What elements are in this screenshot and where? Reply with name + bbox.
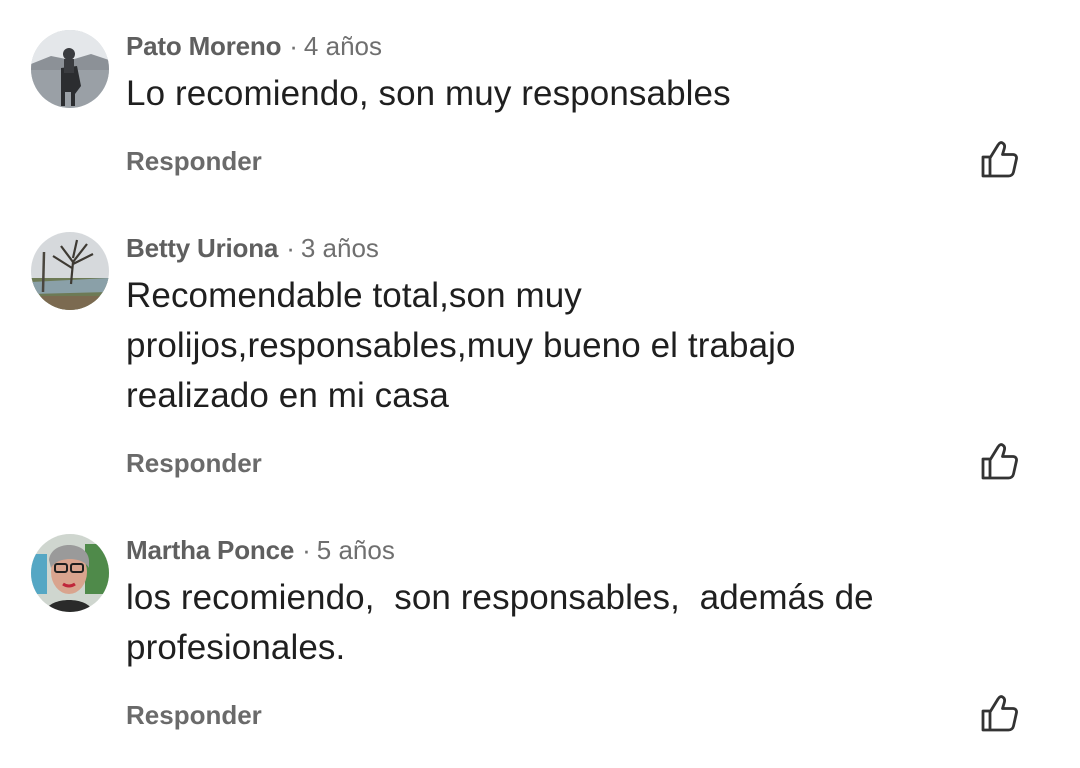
thumbs-up-icon — [981, 141, 1018, 178]
comment-age: 3 años — [300, 233, 379, 263]
thumbs-up-icon — [981, 443, 1018, 480]
comment-meta: Martha Ponce · 5 años — [126, 534, 395, 566]
thumbs-up-icon — [981, 695, 1018, 732]
reply-button[interactable]: Responder — [126, 447, 262, 479]
reply-button[interactable]: Responder — [126, 699, 262, 731]
comment-author[interactable]: Betty Uriona — [126, 233, 278, 263]
avatar-photo — [31, 534, 109, 612]
comment-text: los recomiendo, son responsables, además… — [126, 578, 874, 667]
comment-item: Betty Uriona · 3 años Recomendable total,s… — [0, 232, 1080, 492]
comment-text: Lo recomiendo, son muy responsables — [126, 74, 731, 113]
comment-item: Martha Ponce · 5 años los recomiendo, son … — [0, 534, 1080, 744]
meta-separator: · — [302, 535, 311, 565]
comment-author[interactable]: Martha Ponce — [126, 535, 294, 565]
avatar[interactable] — [31, 534, 109, 612]
comment-age: 5 años — [316, 535, 395, 565]
comment-meta: Pato Moreno · 4 años — [126, 30, 382, 62]
comment-item: Pato Moreno · 4 años Lo recomiendo, son mu… — [0, 30, 1080, 190]
comment-author[interactable]: Pato Moreno — [126, 31, 281, 61]
like-button[interactable] — [977, 439, 1023, 485]
meta-separator: · — [286, 233, 295, 263]
avatar[interactable] — [31, 30, 109, 108]
comment-text: Recomendable total,son muy prolijos,resp… — [126, 276, 796, 415]
avatar-photo — [31, 232, 109, 310]
reply-button[interactable]: Responder — [126, 145, 262, 177]
comment-age: 4 años — [303, 31, 382, 61]
avatar[interactable] — [31, 232, 109, 310]
like-button[interactable] — [977, 691, 1023, 737]
comment-meta: Betty Uriona · 3 años — [126, 232, 379, 264]
avatar-photo — [31, 30, 109, 108]
like-button[interactable] — [977, 137, 1023, 183]
meta-separator: · — [289, 31, 298, 61]
